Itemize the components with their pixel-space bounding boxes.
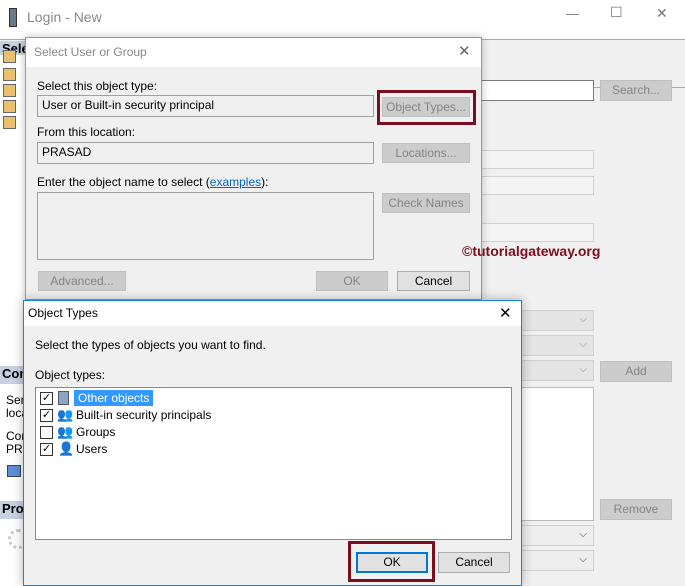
item-label: Users bbox=[76, 442, 108, 456]
page-icon[interactable] bbox=[3, 116, 16, 129]
login-name-input[interactable] bbox=[470, 80, 594, 101]
confirm-password-input[interactable] bbox=[470, 176, 594, 195]
page-icon[interactable] bbox=[3, 84, 16, 97]
user-icon: 👤 bbox=[58, 441, 75, 456]
checkbox[interactable] bbox=[40, 426, 53, 439]
connection-properties-icon[interactable] bbox=[7, 465, 21, 477]
checkbox[interactable]: ✓ bbox=[40, 409, 53, 422]
advanced-button[interactable]: Advanced... bbox=[38, 271, 126, 291]
list-item-other-objects[interactable]: ✓ Other objects bbox=[40, 390, 340, 407]
close-icon[interactable]: ✕ bbox=[499, 304, 512, 322]
object-types-label: Object types: bbox=[35, 368, 106, 382]
enter-object-name-label: Enter the object name to select (example… bbox=[37, 175, 269, 189]
watermark: ©tutorialgateway.org bbox=[462, 243, 601, 259]
cancel-button[interactable]: Cancel bbox=[438, 552, 510, 573]
instruction-text: Select the types of objects you want to … bbox=[35, 338, 266, 352]
search-button[interactable]: Search... bbox=[600, 80, 672, 101]
item-label: Other objects bbox=[74, 390, 154, 406]
title-bar: Login - New — ☐ ✕ bbox=[0, 0, 685, 40]
checkbox[interactable]: ✓ bbox=[40, 392, 53, 405]
dialog-title: Object Types bbox=[28, 306, 98, 320]
close-button[interactable]: ✕ bbox=[656, 5, 668, 22]
group-icon: 👥 bbox=[57, 407, 74, 422]
add-button[interactable]: Add bbox=[600, 361, 672, 382]
object-name-textarea[interactable] bbox=[37, 192, 374, 260]
dialog-title-bar: Object Types ✕ bbox=[24, 301, 521, 326]
server-label: Ser bbox=[6, 393, 25, 407]
list-item-users[interactable]: ✓ 👤 Users bbox=[40, 441, 340, 458]
dialog-title: Select User or Group bbox=[34, 45, 147, 59]
group-icon: 👥 bbox=[57, 424, 74, 439]
ok-button[interactable]: OK bbox=[316, 271, 388, 291]
locations-button[interactable]: Locations... bbox=[382, 143, 470, 163]
minimize-button[interactable]: — bbox=[566, 6, 579, 21]
highlight-frame bbox=[377, 90, 476, 125]
connection-value: PR bbox=[6, 442, 23, 456]
maximize-button[interactable]: ☐ bbox=[610, 4, 623, 21]
location-label: From this location: bbox=[37, 125, 136, 139]
app-icon bbox=[9, 8, 17, 27]
page-icon[interactable] bbox=[3, 100, 16, 113]
location-field: PRASAD bbox=[37, 142, 374, 164]
page-icon[interactable] bbox=[3, 50, 16, 63]
ok-button[interactable]: OK bbox=[356, 552, 428, 573]
remove-button[interactable]: Remove bbox=[600, 499, 672, 520]
list-item-groups[interactable]: 👥 Groups bbox=[40, 424, 340, 441]
item-label: Built-in security principals bbox=[76, 408, 212, 422]
old-password-input[interactable] bbox=[470, 223, 594, 242]
examples-link[interactable]: examples bbox=[210, 175, 261, 189]
checkbox[interactable]: ✓ bbox=[40, 443, 53, 456]
window-title: Login - New bbox=[27, 9, 102, 25]
object-types-list[interactable]: ✓ Other objects ✓ 👥 Built-in security pr… bbox=[35, 387, 512, 540]
object-type-label: Select this object type: bbox=[37, 79, 158, 93]
other-objects-icon bbox=[58, 391, 69, 405]
page-icon[interactable] bbox=[3, 68, 16, 81]
password-input[interactable] bbox=[470, 150, 594, 169]
close-icon[interactable]: ✕ bbox=[458, 42, 471, 60]
object-type-field: User or Built-in security principal bbox=[37, 95, 374, 117]
list-item-built-in-security-principals[interactable]: ✓ 👥 Built-in security principals bbox=[40, 407, 340, 424]
cancel-button[interactable]: Cancel bbox=[397, 271, 470, 291]
dialog-title-bar: Select User or Group ✕ bbox=[26, 38, 481, 67]
check-names-button[interactable]: Check Names bbox=[382, 193, 470, 213]
select-user-dialog: Select User or Group ✕ Select this objec… bbox=[25, 37, 482, 300]
object-types-dialog: Object Types ✕ Select the types of objec… bbox=[23, 300, 522, 586]
item-label: Groups bbox=[76, 425, 116, 439]
